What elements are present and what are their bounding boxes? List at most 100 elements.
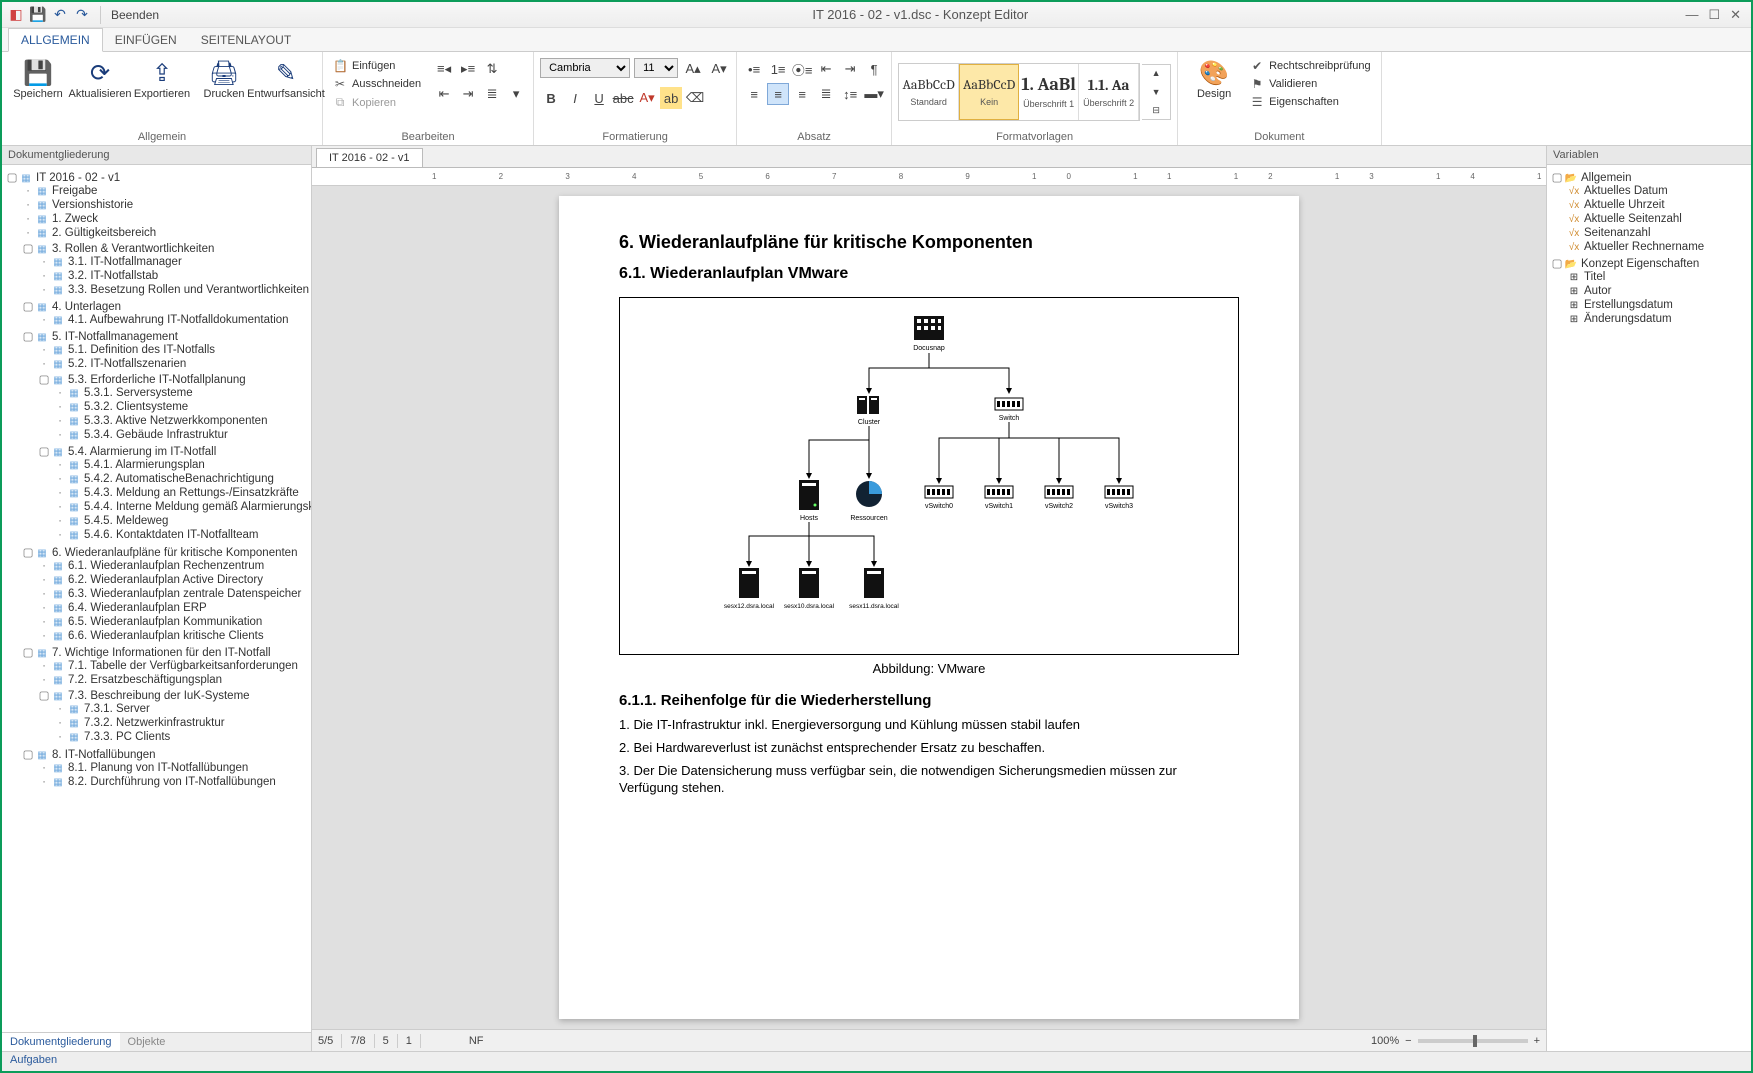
styles-up-icon[interactable]: ▲ [1145,65,1167,81]
var-current-date[interactable]: √xAktuelles Datum [1567,184,1749,198]
show-marks-icon[interactable]: ¶ [863,58,885,80]
outline-item[interactable]: ·▦4.1. Aufbewahrung IT-Notfalldokumentat… [38,313,309,327]
outline-item[interactable]: ·▦3.3. Besetzung Rollen und Verantwortli… [38,283,309,297]
paste-button[interactable]: 📋Einfügen [329,58,425,74]
indent-inc-icon[interactable]: ▸≡ [457,58,479,80]
tab-pagelayout[interactable]: SEITENLAYOUT [189,29,303,51]
highlight-icon[interactable]: ab [660,87,682,109]
outline-item[interactable]: ▢▦7.3. Beschreibung der IuK-Systeme·▦7.3… [38,687,309,745]
outline-item[interactable]: ·▦1. Zweck [22,212,309,226]
outline-item[interactable]: ·▦5.3.2. Clientsysteme [54,400,309,414]
font-size-select[interactable]: 11 [634,58,678,78]
outline-item[interactable]: ·▦6.6. Wiederanlaufplan kritische Client… [38,629,309,643]
bold-icon[interactable]: B [540,87,562,109]
cut-button[interactable]: ✂Ausschneiden [329,76,425,92]
styles-more-icon[interactable]: ⊟ [1145,103,1167,119]
variables-tree[interactable]: ▢📂Allgemein √xAktuelles Datum √xAktuelle… [1547,165,1751,1051]
outline-item[interactable]: ·▦5.4.2. AutomatischeBenachrichtigung [54,472,309,486]
style-h1[interactable]: 1. AaBlÜberschrift 1 [1019,64,1079,120]
outline-item[interactable]: ·▦6.3. Wiederanlaufplan zentrale Datensp… [38,587,309,601]
copy-button[interactable]: ⧉Kopieren [329,94,425,111]
outline-item[interactable]: ·▦5.4.4. Interne Meldung gemäß Alarmieru… [54,500,309,514]
print-button[interactable]: 🖨Drucken [194,54,254,104]
outline-item[interactable]: ·▦5.4.3. Meldung an Rettungs-/Einsatzkrä… [54,486,309,500]
page-scroll[interactable]: 6. Wiederanlaufpläne für kritische Kompo… [312,186,1546,1029]
outline-item[interactable]: ▢▦IT 2016 - 02 - v1·▦Freigabe·▦Versionsh… [6,169,309,791]
undo-icon[interactable]: ↶ [52,7,68,23]
line-spacing-icon[interactable]: ↕≡ [839,83,861,105]
outline-item[interactable]: ·▦8.2. Durchführung von IT-Notfallübunge… [38,775,309,789]
zoom-slider[interactable] [1418,1039,1528,1043]
outline-item[interactable]: ▢▦7. Wichtige Informationen für den IT-N… [22,644,309,746]
redo-icon[interactable]: ↷ [74,7,90,23]
var-author[interactable]: ⊞Autor [1567,284,1749,298]
decrease-indent-icon[interactable]: ⇤ [815,58,837,80]
properties-button[interactable]: ☰Eigenschaften [1246,94,1375,110]
outline-item[interactable]: ·▦Freigabe [22,184,309,198]
tab-general[interactable]: ALLGEMEIN [8,28,103,52]
multilevel-icon[interactable]: ⦿≡ [791,58,813,80]
styles-down-icon[interactable]: ▼ [1145,84,1167,100]
align-left-icon[interactable]: ≡ [743,83,765,105]
outline-item[interactable]: ·▦5.3.3. Aktive Netzwerkkomponenten [54,414,309,428]
outline-item[interactable]: ▢▦3. Rollen & Verantwortlichkeiten·▦3.1.… [22,240,309,298]
outline-item[interactable]: ▢▦5.4. Alarmierung im IT-Notfall·▦5.4.1.… [38,443,309,543]
outline-item[interactable]: ·▦7.3.1. Server [54,702,309,716]
indent-dec-icon[interactable]: ≡◂ [433,58,455,80]
outline-item[interactable]: ·▦5.4.5. Meldeweg [54,514,309,528]
outline-item[interactable]: ·▦7.3.3. PC Clients [54,730,309,744]
maximize-button[interactable]: ☐ [1708,7,1720,23]
strike-icon[interactable]: abc [612,87,634,109]
bottom-tab-aufgaben[interactable]: Aufgaben [2,1051,1751,1071]
outline-item[interactable]: ·▦6.5. Wiederanlaufplan Kommunikation [38,615,309,629]
align-justify-icon[interactable]: ≣ [815,83,837,105]
var-title[interactable]: ⊞Titel [1567,270,1749,284]
more-edit-icon[interactable]: ▾ [505,83,527,105]
save-icon[interactable]: 💾 [30,7,46,23]
outline-item[interactable]: ·▦3.2. IT-Notfallstab [38,269,309,283]
outline-item[interactable]: ·▦7.3.2. Netzwerkinfrastruktur [54,716,309,730]
list-icon[interactable]: ≣ [481,83,503,105]
var-created[interactable]: ⊞Erstellungsdatum [1567,298,1749,312]
italic-icon[interactable]: I [564,87,586,109]
outline-item[interactable]: ·▦5.4.1. Alarmierungsplan [54,458,309,472]
clear-format-icon[interactable]: ⌫ [684,87,706,109]
outline-item[interactable]: ·▦6.2. Wiederanlaufplan Active Directory [38,573,309,587]
indent-icon[interactable]: ⇥ [457,83,479,105]
close-button[interactable]: ✕ [1730,7,1741,23]
outline-item[interactable]: ▢▦6. Wiederanlaufpläne für kritische Kom… [22,544,309,644]
font-name-select[interactable]: Cambria [540,58,630,78]
var-current-page[interactable]: √xAktuelle Seitenzahl [1567,212,1749,226]
sort-icon[interactable]: ⇅ [481,58,503,80]
style-h2[interactable]: 1.1. AaÜberschrift 2 [1079,64,1139,120]
tab-insert[interactable]: EINFÜGEN [103,29,189,51]
outline-item[interactable]: ·▦Versionshistorie [22,198,309,212]
outline-item[interactable]: ·▦5.2. IT-Notfallszenarien [38,357,309,371]
align-center-icon[interactable]: ≡ [767,83,789,105]
outline-tab-objekte[interactable]: Objekte [120,1033,174,1051]
zoom-in-icon[interactable]: + [1534,1035,1540,1047]
outline-item[interactable]: ▢▦5.3. Erforderliche IT-Notfallplanung·▦… [38,371,309,443]
var-modified[interactable]: ⊞Änderungsdatum [1567,312,1749,326]
outline-item[interactable]: ·▦6.1. Wiederanlaufplan Rechenzentrum [38,559,309,573]
underline-icon[interactable]: U [588,87,610,109]
outline-item[interactable]: ·▦5.3.1. Serversysteme [54,386,309,400]
var-hostname[interactable]: √xAktueller Rechnername [1567,240,1749,254]
var-page-count[interactable]: √xSeitenanzahl [1567,226,1749,240]
var-current-time[interactable]: √xAktuelle Uhrzeit [1567,198,1749,212]
outline-item[interactable]: ·▦2. Gültigkeitsbereich [22,226,309,240]
document-tab[interactable]: IT 2016 - 02 - v1 [316,148,423,167]
minimize-button[interactable]: — [1685,7,1698,23]
validate-button[interactable]: ⚑Validieren [1246,76,1375,92]
draftview-button[interactable]: ✎Entwurfsansicht [256,54,316,104]
outline-item[interactable]: ·▦7.1. Tabelle der Verfügbarkeitsanforde… [38,659,309,673]
design-button[interactable]: 🎨Design [1184,54,1244,104]
outline-item[interactable]: ·▦7.2. Ersatzbeschäftigungsplan [38,673,309,687]
shrink-font-icon[interactable]: A▾ [708,58,730,80]
style-none[interactable]: AaBbCcDKein [959,64,1019,120]
ruler-horizontal[interactable]: 1 2 3 4 5 6 7 8 9 10 11 12 13 14 15 16 1… [312,168,1546,186]
save-button[interactable]: 💾Speichern [8,54,68,104]
bullets-icon[interactable]: •≡ [743,58,765,80]
outline-item[interactable]: ▢▦8. IT-Notfallübungen·▦8.1. Planung von… [22,746,309,790]
align-right-icon[interactable]: ≡ [791,83,813,105]
